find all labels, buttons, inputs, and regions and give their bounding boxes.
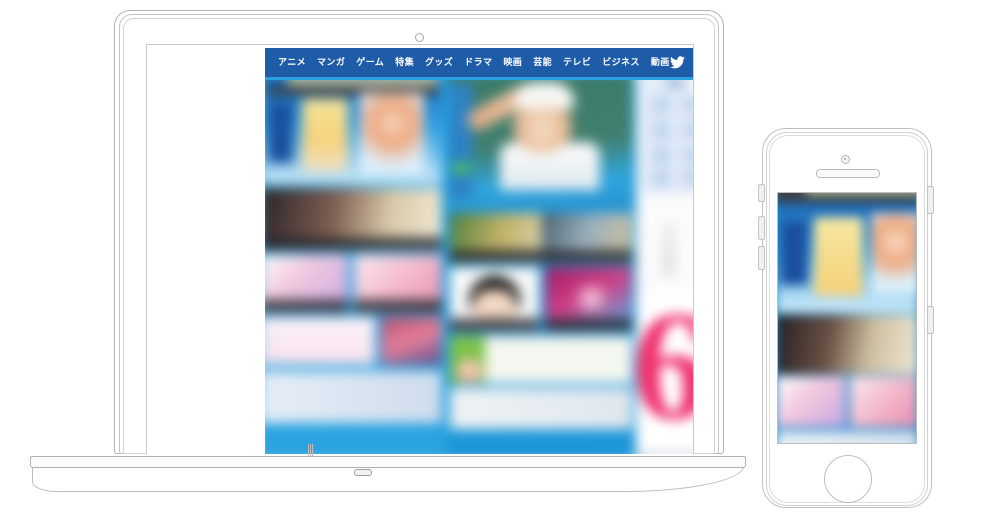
sidebar-white-block (636, 196, 693, 293)
article-card[interactable] (449, 335, 632, 384)
sidebar-thumbnail-grid (649, 94, 693, 188)
article-card[interactable] (354, 254, 442, 313)
nav-item-movie[interactable]: 映画 (503, 58, 522, 67)
nav-item-business[interactable]: ビジネス (602, 58, 640, 67)
mobile-article-card[interactable] (778, 314, 916, 375)
article-card[interactable] (545, 267, 632, 332)
feature-banner-card[interactable] (449, 77, 632, 209)
nav-icon-group (669, 56, 693, 70)
base-notch (354, 469, 372, 476)
volume-down-button[interactable] (758, 246, 765, 270)
website-content-area: 6 (265, 77, 693, 454)
laptop-screen: アニメ マンガ ゲーム 特集 グッズ ドラマ 映画 芸能 テレビ ビジネス 動画 (146, 44, 694, 454)
sidebar-panel[interactable] (640, 77, 693, 195)
article-card[interactable] (381, 316, 442, 365)
mockup-scene: アニメ マンガ ゲーム 特集 グッズ ドラマ 映画 芸能 テレビ ビジネス 動画 (0, 0, 1000, 527)
website-viewport: アニメ マンガ ゲーム 特集 グッズ ドラマ 映画 芸能 テレビ ビジネス 動画 (147, 45, 693, 454)
article-card[interactable] (265, 188, 442, 251)
mobile-article-card[interactable] (778, 431, 916, 443)
nav-item-entertainment[interactable]: 芸能 (533, 58, 552, 67)
nav-item-game[interactable]: ゲーム (356, 58, 384, 67)
front-camera-icon (841, 155, 850, 164)
nav-item-list: アニメ マンガ ゲーム 特集 グッズ ドラマ 映画 芸能 テレビ ビジネス 動画 (265, 58, 670, 67)
volume-up-button[interactable] (758, 216, 765, 240)
article-card[interactable] (265, 316, 375, 365)
phone-screen (777, 192, 917, 444)
blurred-page-screenshot: 6 (265, 77, 693, 454)
content-column-right: 6 (632, 77, 693, 454)
sidebar-footer-bar (636, 451, 693, 454)
article-card[interactable] (449, 267, 540, 332)
nav-item-goods[interactable]: グッズ (425, 58, 453, 67)
nav-item-video[interactable]: 動画 (651, 58, 670, 67)
blurred-mobile-screenshot (778, 193, 916, 443)
earpiece-speaker (816, 169, 880, 178)
nav-item-manga[interactable]: マンガ (317, 58, 345, 67)
big-number-six: 6 (632, 287, 693, 443)
hero-banner-card[interactable] (265, 77, 442, 184)
article-card[interactable] (265, 254, 348, 313)
mobile-header-accent (805, 193, 916, 194)
laptop-base (30, 456, 746, 468)
phone-right-edge-detail-2 (927, 306, 934, 334)
silent-switch[interactable] (758, 184, 765, 202)
smartphone-device (752, 128, 942, 526)
sidebar-big-number: 6 (632, 287, 693, 452)
phone-right-edge-detail (927, 186, 934, 214)
content-column-left (265, 77, 446, 454)
browser-left-margin (147, 45, 265, 454)
home-button[interactable] (824, 455, 872, 503)
site-navbar: アニメ マンガ ゲーム 特集 グッズ ドラマ 映画 芸能 テレビ ビジネス 動画 (265, 48, 693, 77)
nav-item-tv[interactable]: テレビ (563, 58, 591, 67)
site-accent-top-border (265, 77, 693, 80)
mobile-article-card[interactable] (850, 376, 916, 428)
mobile-article-card[interactable] (778, 376, 846, 428)
laptop-base-wedge (32, 464, 744, 492)
article-card[interactable] (265, 371, 442, 424)
nav-item-drama[interactable]: ドラマ (464, 58, 492, 67)
nav-item-anime[interactable]: アニメ (278, 58, 306, 67)
content-column-middle (445, 77, 637, 454)
article-card[interactable] (449, 387, 632, 430)
article-card[interactable] (449, 212, 632, 263)
twitter-icon[interactable] (669, 56, 685, 69)
nav-item-feature[interactable]: 特集 (395, 58, 414, 67)
laptop-device: アニメ マンガ ゲーム 特集 グッズ ドラマ 映画 芸能 テレビ ビジネス 動画 (18, 4, 758, 524)
mobile-hero-banner[interactable] (778, 202, 916, 313)
